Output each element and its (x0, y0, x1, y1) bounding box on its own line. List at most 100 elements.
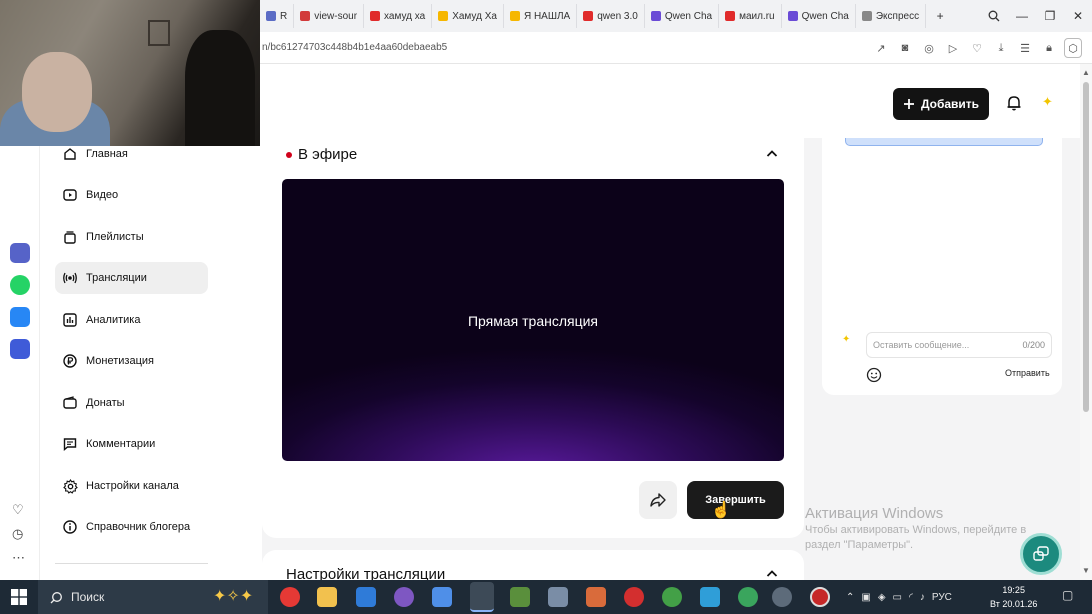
sidebar-item-analytics[interactable]: Аналитика (55, 304, 208, 336)
tray-device-icon[interactable]: ▣ (861, 592, 870, 603)
share-icon (650, 493, 666, 507)
search-tabs-icon[interactable] (980, 4, 1008, 28)
browser-tab[interactable]: маил.ru (719, 4, 782, 28)
sidebar-item-playlists[interactable]: Плейлисты (55, 221, 208, 253)
sidebar-item-home[interactable]: Главная (55, 138, 208, 170)
lock-icon[interactable]: 🔒︎ (1040, 38, 1058, 58)
file-explorer-icon[interactable] (317, 587, 337, 607)
tab-favicon-icon (583, 11, 594, 21)
tray-chevron-icon[interactable]: ⌃ (846, 592, 854, 603)
history-clock-icon[interactable]: ◷ (12, 526, 23, 542)
sidebar-item-video[interactable]: Видео (55, 179, 208, 211)
tab-favicon-icon (266, 11, 276, 21)
paint-app-icon[interactable] (700, 587, 720, 607)
menu-icon[interactable]: ☰ (1016, 38, 1034, 58)
screenshot-icon[interactable]: ◙ (896, 38, 914, 58)
alice-app-icon[interactable] (10, 243, 30, 263)
comment-icon (62, 436, 78, 452)
address-bar[interactable]: n/bc61274703c448b4b1e4aa60debaeab5 ↗ ◙ ◎… (260, 32, 1092, 64)
minimize-window-icon[interactable]: — (1008, 4, 1036, 28)
windows-start-icon[interactable] (0, 580, 38, 614)
browser-tab[interactable]: хамуд ха (364, 4, 433, 28)
sidebar-item-channel-settings[interactable]: Настройки канала (55, 470, 208, 502)
browser-side-panel: ♡ ◷ ⋯ (0, 146, 40, 580)
emoji-icon[interactable] (866, 367, 882, 383)
support-chat-button[interactable] (1020, 533, 1062, 575)
scroll-up-icon[interactable]: ▲ (1082, 68, 1090, 77)
play-icon[interactable]: ▷ (944, 38, 962, 58)
colorful-app-icon[interactable] (394, 587, 414, 607)
collapse-chevron-icon[interactable] (764, 146, 780, 162)
sidebar-item-blogger-guide[interactable]: Справочник блогера (55, 511, 208, 543)
download-icon[interactable]: ⤓ (992, 38, 1010, 58)
browser-tab[interactable]: R (260, 4, 295, 28)
browser-tab[interactable]: Хамуд Ха (432, 4, 504, 28)
webcam-person-silhouette (185, 30, 255, 146)
tray-wifi-icon[interactable]: ◜ (909, 592, 913, 603)
sidebar-item-comments[interactable]: Комментарии (55, 428, 208, 460)
new-tab-button[interactable]: + (926, 4, 954, 28)
opera-gx-icon[interactable] (810, 587, 830, 607)
chrome-icon[interactable] (662, 587, 682, 607)
tray-battery-icon[interactable]: ▭ (893, 592, 902, 603)
scrollbar-thumb[interactable] (1083, 82, 1089, 412)
sidebar-item-streams[interactable]: Трансляции (55, 262, 208, 294)
browser-tab[interactable]: view-sour (294, 4, 365, 28)
messenger-icon[interactable] (10, 339, 30, 359)
browser-tab[interactable]: Я НАШЛА (504, 4, 578, 28)
open-external-icon[interactable]: ↗ (872, 38, 890, 58)
game-app-2-icon[interactable] (586, 587, 606, 607)
language-indicator[interactable]: РУС (932, 592, 952, 603)
tray-volume-icon[interactable]: ♪ (920, 592, 925, 603)
chat-notice-banner (845, 138, 1043, 146)
chat-send-button[interactable]: Отправить (1005, 368, 1050, 378)
notifications-bell-icon[interactable] (1004, 94, 1024, 114)
favorite-icon[interactable]: ♡ (968, 38, 986, 58)
restore-window-icon[interactable]: ❐ (1036, 4, 1064, 28)
chat-message-input[interactable]: Оставить сообщение... 0/200 (866, 332, 1052, 358)
live-title: В эфире (298, 146, 358, 163)
scroll-down-icon[interactable]: ▼ (1082, 566, 1090, 575)
store-icon[interactable] (432, 587, 452, 607)
chat-card: ✦ Оставить сообщение... 0/200 Отправить (822, 138, 1062, 395)
tray-network-app-icon[interactable]: ◈ (878, 592, 886, 603)
home-icon (62, 146, 78, 162)
tab-favicon-icon (438, 11, 449, 21)
green-app-icon[interactable] (738, 587, 758, 607)
taskbar-search-box[interactable]: Поиск ✦✧✦ (38, 580, 268, 614)
close-window-icon[interactable]: ✕ (1064, 4, 1092, 28)
yandex-browser-taskbar-icon[interactable] (470, 582, 494, 612)
video-player[interactable]: Прямая трансляция (282, 179, 784, 461)
page-scrollbar[interactable]: ▲ ▼ (1080, 64, 1092, 580)
sidebar-item-label: Плейлисты (86, 231, 144, 243)
yandex-app-icon[interactable] (280, 587, 300, 607)
taskbar-search-label: Поиск (71, 590, 105, 604)
browser-tab[interactable]: Qwen Cha (782, 4, 856, 28)
favorites-heart-icon[interactable]: ♡ (12, 502, 24, 518)
minecraft-icon[interactable] (510, 587, 530, 607)
share-button[interactable] (639, 481, 677, 519)
add-button[interactable]: Добавить (893, 88, 989, 120)
obs-icon[interactable] (772, 587, 792, 607)
browser-tab[interactable]: Экспресс (856, 4, 927, 28)
browser-tab[interactable]: qwen 3.0 (577, 4, 645, 28)
vk-icon[interactable] (10, 307, 30, 327)
more-dots-icon[interactable]: ⋯ (12, 550, 25, 566)
extension-icon[interactable]: ⬡ (1064, 38, 1082, 58)
reader-icon[interactable]: ◎ (920, 38, 938, 58)
notification-center-icon[interactable]: ▢ (1062, 588, 1073, 602)
playlist-icon (62, 229, 78, 245)
game-app-icon[interactable] (548, 587, 568, 607)
url-text[interactable]: n/bc61274703c448b4b1e4aa60debaeab5 (260, 42, 447, 53)
sidebar-item-monetization[interactable]: Монетизация (55, 345, 208, 377)
sidebar-item-donations[interactable]: Донаты (55, 387, 208, 419)
browser-tab[interactable]: Qwen Cha (645, 4, 720, 28)
taskbar-clock[interactable]: 19:25 Вт 20.01.26 (990, 583, 1037, 611)
whatsapp-icon[interactable] (10, 275, 30, 295)
windows-taskbar: Поиск ✦✧✦ ⌃ ▣ ◈ ▭ ◜ ♪ РУС 19:25 Вт 20.01… (0, 580, 1092, 614)
user-avatar[interactable]: ✦ (1042, 94, 1060, 112)
opera-icon[interactable] (624, 587, 644, 607)
edge-browser-icon[interactable] (356, 587, 376, 607)
finish-stream-button[interactable]: Завершить (687, 481, 784, 519)
tab-favicon-icon (861, 11, 872, 21)
